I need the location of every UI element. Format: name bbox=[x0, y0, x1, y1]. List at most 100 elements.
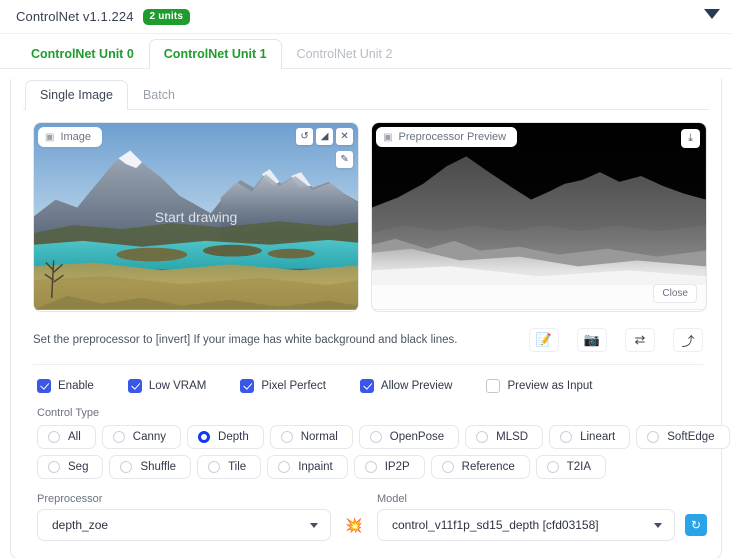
control-type-reference-label: Reference bbox=[461, 461, 515, 473]
webcam-icon[interactable]: 📷 bbox=[577, 328, 607, 352]
sub-tabs: Single Image Batch bbox=[11, 79, 721, 111]
checkbox-enable[interactable]: Enable bbox=[37, 379, 94, 393]
check-icon bbox=[359, 379, 374, 393]
model-value: control_v11f1p_sd15_depth [cfd03158] bbox=[392, 518, 599, 532]
control-type-tile-label: Tile bbox=[228, 461, 247, 473]
options-checkbox-row: Enable Low VRAM Pixel Perfect Allow Prev… bbox=[11, 365, 721, 393]
model-select[interactable]: control_v11f1p_sd15_depth [cfd03158] bbox=[377, 509, 675, 541]
tab-batch[interactable]: Batch bbox=[128, 80, 190, 110]
radio-icon bbox=[280, 431, 293, 443]
preprocessor-value: depth_zoe bbox=[52, 518, 109, 532]
control-type-normal-label: Normal bbox=[300, 431, 338, 443]
image-tool-group: ↺ ◢ ✕ bbox=[296, 128, 354, 145]
check-icon bbox=[127, 379, 142, 393]
radio-icon bbox=[369, 431, 382, 443]
radio-icon bbox=[441, 461, 454, 473]
preprocessor-select[interactable]: depth_zoe bbox=[37, 509, 331, 541]
control-type-depth-label: Depth bbox=[218, 431, 249, 443]
model-settings-row: Preprocessor depth_zoe 💥 Model control_v… bbox=[11, 479, 721, 541]
empty-check-icon bbox=[486, 379, 501, 393]
control-type-seg-label: Seg bbox=[68, 461, 89, 473]
image-icon: ▣ bbox=[383, 131, 393, 143]
control-type-softedge[interactable]: SoftEdge bbox=[636, 425, 730, 449]
model-field: Model control_v11f1p_sd15_depth [cfd0315… bbox=[377, 493, 707, 541]
eraser-icon[interactable]: ◢ bbox=[316, 128, 334, 145]
download-icon[interactable]: ⤓ bbox=[681, 129, 700, 148]
source-image bbox=[34, 123, 359, 310]
control-type-inpaint[interactable]: Inpaint bbox=[267, 455, 348, 479]
radio-selected-icon bbox=[198, 431, 211, 443]
control-type-t2ia-label: T2IA bbox=[566, 461, 592, 473]
control-type-shuffle[interactable]: Shuffle bbox=[109, 455, 192, 479]
control-type-ip2p[interactable]: IP2P bbox=[353, 455, 425, 479]
close-icon[interactable]: ✕ bbox=[336, 128, 354, 145]
control-type-ip2p-label: IP2P bbox=[384, 461, 410, 473]
preprocessor-preview-card[interactable]: ▣ Preprocessor Preview ⤓ Close bbox=[371, 122, 707, 312]
swap-icon[interactable]: ⇄ bbox=[625, 328, 655, 352]
preprocessor-preview-label: Preprocessor Preview bbox=[398, 131, 507, 143]
control-type-reference[interactable]: Reference bbox=[430, 455, 530, 479]
tab-controlnet-unit-2[interactable]: ControlNet Unit 2 bbox=[282, 39, 408, 69]
explosion-icon[interactable]: 💥 bbox=[341, 512, 367, 538]
tab-controlnet-unit-0[interactable]: ControlNet Unit 0 bbox=[16, 39, 149, 69]
control-type-openpose-label: OpenPose bbox=[389, 431, 445, 443]
checkbox-low-vram-label: Low VRAM bbox=[148, 380, 207, 392]
radio-icon bbox=[476, 431, 489, 443]
control-type-openpose[interactable]: OpenPose bbox=[358, 425, 460, 449]
accordion-header[interactable]: ControlNet v1.1.224 2 units bbox=[0, 0, 732, 34]
send-dimensions-icon[interactable]: ⤴ bbox=[673, 328, 703, 352]
page-title: ControlNet v1.1.224 bbox=[16, 9, 134, 24]
chevron-down-icon bbox=[310, 523, 318, 528]
control-type-tile[interactable]: Tile bbox=[197, 455, 262, 479]
refresh-icon[interactable]: ↻ bbox=[685, 514, 707, 536]
chevron-down-icon bbox=[654, 523, 662, 528]
brush-icon[interactable]: ✎ bbox=[336, 151, 354, 168]
checkbox-pixel-perfect[interactable]: Pixel Perfect bbox=[240, 379, 326, 393]
checkbox-allow-preview-label: Allow Preview bbox=[380, 380, 453, 392]
unit-tabs: ControlNet Unit 0 ControlNet Unit 1 Cont… bbox=[0, 39, 732, 70]
controlnet-panel: ControlNet v1.1.224 2 units ControlNet U… bbox=[0, 0, 732, 558]
radio-icon bbox=[48, 461, 60, 473]
checkbox-preview-as-input[interactable]: Preview as Input bbox=[486, 379, 593, 393]
preprocessor-label: Preprocessor bbox=[37, 493, 103, 505]
radio-icon bbox=[364, 461, 377, 473]
checkbox-low-vram[interactable]: Low VRAM bbox=[127, 379, 207, 393]
control-type-all-label: All bbox=[68, 431, 81, 443]
hint-row: Set the preprocessor to [invert] If your… bbox=[11, 312, 721, 352]
radio-icon bbox=[120, 461, 133, 473]
image-icon: ▣ bbox=[45, 131, 55, 143]
control-type-all[interactable]: All bbox=[37, 425, 96, 449]
tab-single-image[interactable]: Single Image bbox=[25, 80, 128, 111]
source-image-label: Image bbox=[60, 131, 92, 143]
model-label: Model bbox=[377, 493, 407, 505]
checkbox-pixel-perfect-label: Pixel Perfect bbox=[261, 380, 326, 392]
control-type-canny[interactable]: Canny bbox=[101, 425, 182, 449]
control-type-lineart[interactable]: Lineart bbox=[549, 425, 631, 449]
control-type-seg[interactable]: Seg bbox=[37, 455, 104, 479]
control-type-group: All Canny Depth Normal OpenPose MLSD Lin… bbox=[11, 419, 730, 479]
control-type-normal[interactable]: Normal bbox=[269, 425, 353, 449]
preprocessor-preview-badge: ▣ Preprocessor Preview bbox=[376, 127, 518, 147]
undo-icon[interactable]: ↺ bbox=[296, 128, 314, 145]
chevron-down-icon[interactable] bbox=[704, 9, 720, 19]
control-type-shuffle-label: Shuffle bbox=[140, 461, 177, 473]
radio-icon bbox=[112, 431, 125, 443]
radio-icon bbox=[208, 461, 221, 473]
source-image-badge: ▣ Image bbox=[38, 127, 103, 147]
control-type-lineart-label: Lineart bbox=[580, 431, 616, 443]
depth-map-image bbox=[372, 123, 706, 310]
close-preview-button[interactable]: Close bbox=[653, 284, 697, 303]
source-image-card[interactable]: Start drawing ▣ Image ↺ ◢ ✕ ✎ bbox=[33, 122, 360, 312]
control-type-canny-label: Canny bbox=[132, 431, 167, 443]
action-icon-group: 📝 📷 ⇄ ⤴ bbox=[529, 328, 703, 352]
control-type-softedge-label: SoftEdge bbox=[667, 431, 715, 443]
control-type-mlsd[interactable]: MLSD bbox=[465, 425, 544, 449]
checkbox-enable-label: Enable bbox=[58, 380, 94, 392]
checkbox-allow-preview[interactable]: Allow Preview bbox=[359, 379, 453, 393]
radio-icon bbox=[278, 461, 291, 473]
control-type-t2ia[interactable]: T2IA bbox=[535, 455, 607, 479]
tab-controlnet-unit-1[interactable]: ControlNet Unit 1 bbox=[148, 39, 282, 70]
control-type-row: Seg Shuffle Tile Inpaint IP2P Reference … bbox=[37, 455, 707, 479]
open-new-canvas-icon[interactable]: 📝 bbox=[529, 328, 559, 352]
control-type-depth[interactable]: Depth bbox=[187, 425, 264, 449]
